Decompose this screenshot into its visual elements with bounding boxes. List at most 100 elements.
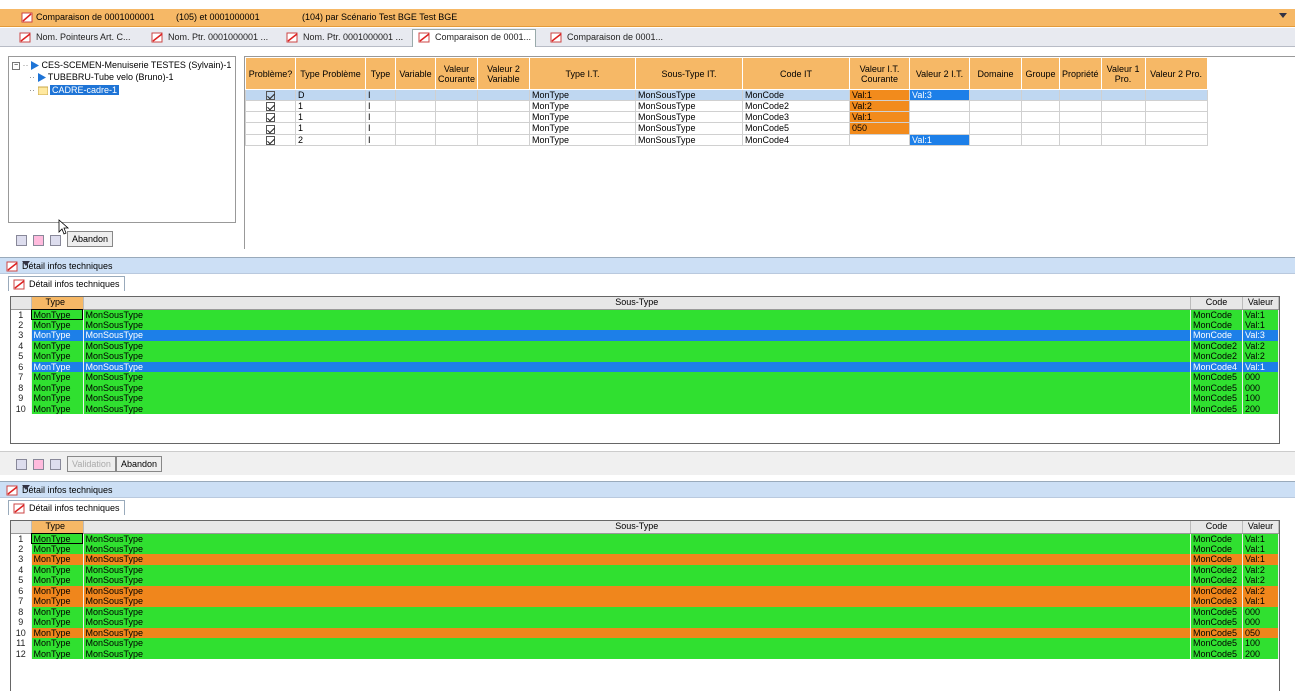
sous-type-cell[interactable]: MonSousType bbox=[83, 330, 1191, 341]
code-cell[interactable]: MonCode2 bbox=[1190, 575, 1243, 586]
chevron-down-icon[interactable] bbox=[1279, 13, 1287, 18]
table-row[interactable]: 1 I MonType MonSousType MonCode5 050 bbox=[245, 122, 1208, 135]
probleme-cell[interactable] bbox=[245, 100, 296, 113]
code-cell[interactable]: MonCode5 bbox=[1190, 606, 1243, 617]
col-probleme[interactable]: Problème? bbox=[245, 57, 296, 90]
type-cell[interactable]: MonType bbox=[31, 533, 84, 544]
type-cell[interactable]: MonType bbox=[31, 340, 84, 351]
table-row[interactable]: 10 MonType MonSousType MonCode5 050 bbox=[11, 627, 1279, 638]
col-domaine[interactable]: Domaine bbox=[969, 57, 1023, 90]
table-row[interactable]: 3 MonType MonSousType MonCode Val:3 bbox=[11, 330, 1279, 341]
col-code[interactable]: Code bbox=[1190, 297, 1243, 310]
validation-button[interactable]: Validation bbox=[67, 456, 116, 472]
code-cell[interactable]: MonCode5 bbox=[1190, 382, 1243, 393]
type-cell[interactable]: MonType bbox=[31, 403, 84, 414]
valeur-cell[interactable]: 000 bbox=[1242, 617, 1279, 628]
col-type[interactable]: Type bbox=[31, 297, 84, 310]
checkbox[interactable] bbox=[266, 102, 275, 111]
code-cell[interactable]: MonCode5 bbox=[1190, 372, 1243, 383]
valeur-cell[interactable]: 000 bbox=[1242, 372, 1279, 383]
code-cell[interactable]: MonCode bbox=[1190, 543, 1243, 554]
valeur-cell[interactable]: Val:1 bbox=[1242, 309, 1279, 320]
table-row[interactable]: 8 MonType MonSousType MonCode5 000 bbox=[11, 382, 1279, 393]
code-cell[interactable]: MonCode bbox=[1190, 554, 1243, 565]
valeur-cell[interactable]: Val:1 bbox=[1242, 596, 1279, 607]
abandon-button[interactable]: Abandon bbox=[116, 456, 163, 472]
valeur-cell[interactable]: Val:1 bbox=[1242, 543, 1279, 554]
type-cell[interactable]: MonType bbox=[31, 351, 84, 362]
col-type-probleme[interactable]: Type Problème bbox=[295, 57, 366, 90]
chevron-down-icon[interactable] bbox=[22, 485, 30, 490]
sous-type-cell[interactable]: MonSousType bbox=[83, 393, 1191, 404]
code-cell[interactable]: MonCode5 bbox=[1190, 617, 1243, 628]
sous-type-cell[interactable]: MonSousType bbox=[83, 543, 1191, 554]
sous-type-cell[interactable]: MonSousType bbox=[83, 596, 1191, 607]
tree-root-item[interactable]: − ·· CES-SCEMEN-Menuiserie TESTES (Sylva… bbox=[12, 60, 231, 71]
type-cell[interactable]: MonType bbox=[31, 309, 84, 320]
valeur-cell[interactable]: Val:2 bbox=[1242, 585, 1279, 596]
sous-type-cell[interactable]: MonSousType bbox=[83, 606, 1191, 617]
col-type[interactable]: Type bbox=[31, 521, 84, 534]
valeur-cell[interactable]: Val:1 bbox=[1242, 554, 1279, 565]
col-sous-type[interactable]: Sous-Type bbox=[83, 521, 1191, 534]
table-row[interactable]: 1 MonType MonSousType MonCode Val:1 bbox=[11, 309, 1279, 320]
code-cell[interactable]: MonCode4 bbox=[1190, 361, 1243, 372]
col-valeur2-it[interactable]: Valeur 2 I.T. bbox=[909, 57, 971, 90]
code-cell[interactable]: MonCode bbox=[1190, 330, 1243, 341]
chevron-down-icon[interactable] bbox=[22, 261, 30, 266]
code-cell[interactable]: MonCode5 bbox=[1190, 393, 1243, 404]
code-cell[interactable]: MonCode3 bbox=[1190, 596, 1243, 607]
sous-type-cell[interactable]: MonSousType bbox=[83, 648, 1191, 659]
table-row[interactable]: 12 MonType MonSousType MonCode5 200 bbox=[11, 648, 1279, 659]
type-cell[interactable]: MonType bbox=[31, 564, 84, 575]
valeur-cell[interactable]: Val:3 bbox=[1242, 330, 1279, 341]
col-valeur2-variable[interactable]: Valeur 2 Variable bbox=[477, 57, 531, 90]
valeur-cell[interactable]: Val:1 bbox=[1242, 533, 1279, 544]
type-cell[interactable]: MonType bbox=[31, 585, 84, 596]
detail-tab-1[interactable]: Détail infos techniques bbox=[8, 276, 125, 291]
sous-type-cell[interactable]: MonSousType bbox=[83, 554, 1191, 565]
table-row[interactable]: 2 MonType MonSousType MonCode Val:1 bbox=[11, 543, 1279, 554]
sous-type-cell[interactable]: MonSousType bbox=[83, 361, 1191, 372]
checkbox[interactable] bbox=[266, 124, 275, 133]
type-cell[interactable]: MonType bbox=[31, 638, 84, 649]
table-row[interactable]: 7 MonType MonSousType MonCode5 000 bbox=[11, 372, 1279, 383]
sous-type-cell[interactable]: MonSousType bbox=[83, 309, 1191, 320]
col-type-it[interactable]: Type I.T. bbox=[529, 57, 637, 90]
probleme-cell[interactable] bbox=[245, 88, 296, 102]
type-cell[interactable]: MonType bbox=[31, 575, 84, 586]
valeur-cell[interactable]: Val:2 bbox=[1242, 351, 1279, 362]
sous-type-cell[interactable]: MonSousType bbox=[83, 372, 1191, 383]
code-cell[interactable]: MonCode5 bbox=[1190, 403, 1243, 414]
code-cell[interactable]: MonCode5 bbox=[1190, 627, 1243, 638]
table-row[interactable]: 4 MonType MonSousType MonCode2 Val:2 bbox=[11, 564, 1279, 575]
col-code-it[interactable]: Code IT bbox=[742, 57, 851, 90]
table-row[interactable]: 9 MonType MonSousType MonCode5 100 bbox=[11, 393, 1279, 404]
col-sous-type[interactable]: Sous-Type bbox=[83, 297, 1191, 310]
valeur-cell[interactable]: 050 bbox=[1242, 627, 1279, 638]
sous-type-cell[interactable]: MonSousType bbox=[83, 627, 1191, 638]
col-propriete[interactable]: Propriété bbox=[1059, 57, 1102, 90]
code-cell[interactable]: MonCode2 bbox=[1190, 340, 1243, 351]
probleme-cell[interactable] bbox=[245, 122, 296, 135]
valeur-cell[interactable]: Val:2 bbox=[1242, 564, 1279, 575]
table-row[interactable]: 11 MonType MonSousType MonCode5 100 bbox=[11, 638, 1279, 649]
table-row[interactable]: 1 I MonType MonSousType MonCode3 Val:1 bbox=[245, 111, 1208, 124]
sous-type-cell[interactable]: MonSousType bbox=[83, 319, 1191, 330]
type-cell[interactable]: MonType bbox=[31, 627, 84, 638]
table-row[interactable]: 6 MonType MonSousType MonCode2 Val:2 bbox=[11, 585, 1279, 596]
valeur-cell[interactable]: 200 bbox=[1242, 403, 1279, 414]
nav-last-icon[interactable] bbox=[50, 235, 61, 246]
type-cell[interactable]: MonType bbox=[31, 361, 84, 372]
sous-type-cell[interactable]: MonSousType bbox=[83, 340, 1191, 351]
type-cell[interactable]: MonType bbox=[31, 372, 84, 383]
col-type[interactable]: Type bbox=[365, 57, 396, 90]
valeur-cell[interactable]: Val:1 bbox=[1242, 319, 1279, 330]
type-cell[interactable]: MonType bbox=[31, 543, 84, 554]
probleme-cell[interactable] bbox=[245, 133, 296, 146]
table-row[interactable]: 1 MonType MonSousType MonCode Val:1 bbox=[11, 533, 1279, 544]
col-valeur1-pro[interactable]: Valeur 1 Pro. bbox=[1100, 57, 1146, 90]
table-row[interactable]: D I MonType MonSousType MonCode Val:1 Va… bbox=[245, 88, 1208, 102]
tab-nom-ptr-2[interactable]: Nom. Ptr. 0001000001 ... bbox=[281, 30, 407, 46]
table-row[interactable]: 5 MonType MonSousType MonCode2 Val:2 bbox=[11, 351, 1279, 362]
